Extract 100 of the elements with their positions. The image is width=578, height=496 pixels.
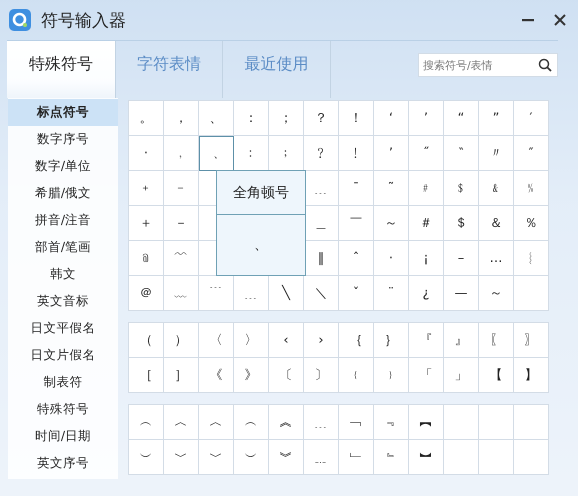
symbol-cell[interactable]: 。 xyxy=(129,101,164,136)
symbol-cell[interactable]: ﹛ xyxy=(339,358,374,393)
symbol-cell[interactable]: ′ xyxy=(514,101,549,136)
symbol-cell[interactable]: ﹜ xyxy=(374,358,409,393)
symbol-cell[interactable]: 》 xyxy=(234,358,269,393)
symbol-cell[interactable]: ¯ xyxy=(339,171,374,206)
symbol-cell[interactable]: ￣ xyxy=(339,206,374,241)
symbol-cell[interactable]: ﹏ xyxy=(164,276,199,311)
symbol-cell[interactable]: ︵ xyxy=(129,405,164,440)
symbol-cell[interactable]: ︾ xyxy=(269,440,304,475)
symbol-cell[interactable]: ﹃ xyxy=(374,405,409,440)
symbol-cell[interactable]: 」 xyxy=(444,358,479,393)
symbol-cell[interactable]: ︽ xyxy=(269,405,304,440)
symbol-cell[interactable]: ！ xyxy=(339,101,374,136)
symbol-cell[interactable]: ﹗ xyxy=(339,136,374,171)
symbol-cell[interactable]: 、 xyxy=(199,101,234,136)
symbol-cell[interactable]: ﹌ xyxy=(164,241,199,276)
symbol-cell[interactable]: ” xyxy=(479,101,514,136)
symbol-cell[interactable]: ， xyxy=(164,101,199,136)
symbol-cell[interactable]: ｛ xyxy=(339,323,374,358)
symbol-cell[interactable]: 〉 xyxy=(234,323,269,358)
symbol-cell[interactable]: 『 xyxy=(409,323,444,358)
symbol-cell[interactable]: ¿ xyxy=(409,276,444,311)
symbol-cell[interactable]: ～ xyxy=(374,206,409,241)
symbol-cell[interactable]: ’ xyxy=(409,101,444,136)
symbol-cell[interactable]: 【 xyxy=(479,358,514,393)
category-item[interactable]: 拼音/注音 xyxy=(8,207,118,234)
symbol-cell[interactable]: ﹖ xyxy=(304,136,339,171)
symbol-cell[interactable]: ︿ xyxy=(199,405,234,440)
symbol-cell[interactable]: ％ xyxy=(514,206,549,241)
symbol-cell[interactable]: ˇ xyxy=(339,276,374,311)
symbol-cell[interactable]: ﹄ xyxy=(374,440,409,475)
symbol-cell[interactable]: ︿ xyxy=(164,405,199,440)
symbol-cell[interactable]: ﹀ xyxy=(199,440,234,475)
symbol-cell[interactable]: 〈 xyxy=(199,323,234,358)
symbol-cell[interactable]: ︼ xyxy=(409,440,444,475)
symbol-cell[interactable]: 《 xyxy=(199,358,234,393)
minimize-icon[interactable] xyxy=(522,18,534,22)
symbol-cell[interactable]: ﹍ xyxy=(304,405,339,440)
symbol-cell[interactable]: ︴ xyxy=(514,241,549,276)
symbol-cell[interactable]: ‹ xyxy=(269,323,304,358)
category-item[interactable]: 希腊/俄文 xyxy=(8,180,118,207)
symbol-cell[interactable]: ） xyxy=(164,323,199,358)
symbol-cell[interactable]: 〖 xyxy=(479,323,514,358)
symbol-cell[interactable]: ＄ xyxy=(444,206,479,241)
symbol-cell[interactable]: ［ xyxy=(129,358,164,393)
symbol-cell[interactable]: ］ xyxy=(164,358,199,393)
symbol-cell[interactable]: ︶ xyxy=(129,440,164,475)
symbol-cell[interactable]: ﹎ xyxy=(304,440,339,475)
symbol-cell[interactable]: ‶ xyxy=(444,136,479,171)
symbol-cell[interactable]: ︵ xyxy=(234,405,269,440)
symbol-cell[interactable]: ¡ xyxy=(409,241,444,276)
symbol-cell[interactable]: ＋ xyxy=(129,206,164,241)
symbol-cell[interactable]: ： xyxy=(234,101,269,136)
symbol-cell[interactable]: ˝ xyxy=(409,136,444,171)
symbol-cell[interactable]: ＆ xyxy=(479,206,514,241)
symbol-cell[interactable]: ﹀ xyxy=(164,440,199,475)
symbol-cell[interactable]: 』 xyxy=(444,323,479,358)
symbol-cell[interactable]: ﹪ xyxy=(514,171,549,206)
symbol-cell[interactable]: ″ xyxy=(514,136,549,171)
symbol-cell[interactable]: ﹢ xyxy=(129,171,164,206)
category-item[interactable]: 制表符 xyxy=(8,369,118,396)
symbol-cell[interactable]: ； xyxy=(269,101,304,136)
symbol-cell[interactable]: 〕 xyxy=(304,358,339,393)
symbol-cell[interactable]: 「 xyxy=(409,358,444,393)
close-icon[interactable] xyxy=(554,14,566,26)
symbol-cell[interactable]: · xyxy=(129,136,164,171)
symbol-cell[interactable]: — xyxy=(444,276,479,311)
symbol-cell[interactable]: ﹫ xyxy=(129,241,164,276)
symbol-cell[interactable]: › xyxy=(304,323,339,358)
category-item[interactable]: 英文音标 xyxy=(8,288,118,315)
symbol-cell[interactable]: ＠ xyxy=(129,276,164,311)
category-item[interactable]: 标点符号 xyxy=(8,99,118,126)
symbol-cell[interactable]: ﹩ xyxy=(444,171,479,206)
symbol-cell[interactable]: ¨ xyxy=(374,276,409,311)
symbol-cell[interactable]: “ xyxy=(444,101,479,136)
search-icon[interactable] xyxy=(538,58,552,72)
symbol-cell[interactable]: ︶ xyxy=(234,440,269,475)
category-item[interactable]: 日文片假名 xyxy=(8,342,118,369)
symbol-cell[interactable]: ˜ xyxy=(374,171,409,206)
category-item[interactable]: 部首/笔画 xyxy=(8,234,118,261)
symbol-cell[interactable]: · xyxy=(374,241,409,276)
category-item[interactable]: 韩文 xyxy=(8,261,118,288)
symbol-cell[interactable]: 〔 xyxy=(269,358,304,393)
symbol-cell[interactable]: ﹂ xyxy=(339,440,374,475)
category-item[interactable]: 数字序号 xyxy=(8,126,118,153)
symbol-cell[interactable]: ﹐ xyxy=(164,136,199,171)
category-item[interactable]: 特殊符号 xyxy=(8,396,118,423)
symbol-cell[interactable]: … xyxy=(479,241,514,276)
category-item[interactable]: 时间/日期 xyxy=(8,423,118,450)
symbol-cell[interactable]: ＃ xyxy=(409,206,444,241)
tab[interactable]: 特殊符号 xyxy=(7,41,115,98)
symbol-cell[interactable]: ？ xyxy=(304,101,339,136)
symbol-cell[interactable]: ‘ xyxy=(374,101,409,136)
symbol-cell[interactable]: ＼ xyxy=(304,276,339,311)
symbol-cell[interactable]: ˆ xyxy=(339,241,374,276)
symbol-cell[interactable]: ～ xyxy=(479,276,514,311)
symbol-cell[interactable]: 〃 xyxy=(479,136,514,171)
symbol-cell[interactable]: （ xyxy=(129,323,164,358)
category-item[interactable]: 英文序号 xyxy=(8,450,118,477)
